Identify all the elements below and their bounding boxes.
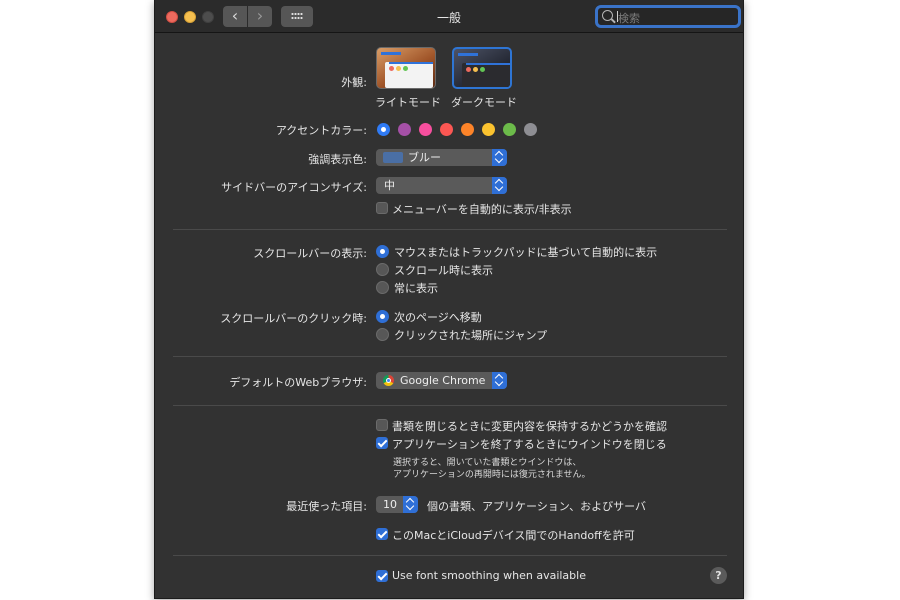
- search-placeholder: 検索: [618, 12, 640, 25]
- accent-blue-swatch[interactable]: [377, 123, 390, 136]
- popup-arrows-icon: [403, 496, 418, 513]
- accent-graphite-swatch[interactable]: [524, 123, 537, 136]
- radio-scroll-auto[interactable]: [376, 245, 389, 258]
- accent-red-swatch[interactable]: [440, 123, 453, 136]
- thumbnail-window: [385, 62, 433, 88]
- recent-items-popup[interactable]: 10: [376, 496, 418, 513]
- ask-keep-changes-checkbox[interactable]: [376, 419, 388, 431]
- default-browser-value: Google Chrome: [400, 374, 486, 387]
- thumbnail-menubar: [458, 53, 478, 56]
- thumbnail-menubar: [381, 52, 401, 55]
- thumbnail-window-accent: [466, 63, 510, 65]
- recent-items-suffix: 個の書類、アプリケーション、およびサーバ: [427, 500, 647, 513]
- accent-pink-swatch[interactable]: [419, 123, 432, 136]
- radio-scroll-when-scrolling[interactable]: [376, 263, 389, 276]
- scroll-auto-label: マウスまたはトラックパッドに基づいて自動的に表示: [394, 246, 658, 259]
- sidebar-icon-size-label: サイドバーのアイコンサイズ:: [221, 181, 367, 194]
- font-smoothing-label: Use font smoothing when available: [392, 569, 586, 582]
- divider: [173, 405, 727, 406]
- scroll-when-scrolling-label: スクロール時に表示: [394, 264, 493, 277]
- preferences-window: ‹ › 一般 検索 外観: ライトモード ダークモード アクセントカラー: 強調…: [154, 0, 744, 599]
- default-browser-popup[interactable]: Google Chrome: [376, 372, 507, 389]
- thumbnail-minimize-dot: [396, 66, 401, 71]
- scroll-always-label: 常に表示: [394, 282, 438, 295]
- accent-orange-swatch[interactable]: [461, 123, 474, 136]
- dark-mode-thumbnail[interactable]: [452, 47, 512, 89]
- thumbnail-zoom-dot: [480, 67, 485, 72]
- search-field[interactable]: 検索: [595, 5, 741, 28]
- close-windows-checkbox[interactable]: [376, 437, 388, 449]
- accent-purple-swatch[interactable]: [398, 123, 411, 136]
- click-jump-label: クリックされた場所にジャンプ: [394, 329, 548, 342]
- radio-click-jump[interactable]: [376, 328, 389, 341]
- thumbnail-close-dot: [466, 67, 471, 72]
- popup-arrows-icon: [492, 177, 507, 194]
- accent-green-swatch[interactable]: [503, 123, 516, 136]
- menubar-autohide-checkbox[interactable]: [376, 202, 388, 214]
- popup-arrows-icon: [492, 149, 507, 166]
- click-next-page-label: 次のページへ移動: [394, 311, 482, 324]
- thumbnail-close-dot: [389, 66, 394, 71]
- chrome-icon: [383, 375, 394, 386]
- default-browser-label: デフォルトのWebブラウザ:: [229, 376, 367, 389]
- close-windows-note-line1: 選択すると、開いていた書類とウインドウは、: [393, 458, 582, 468]
- highlight-color-popup[interactable]: ブルー: [376, 149, 507, 166]
- font-smoothing-checkbox[interactable]: [376, 570, 388, 582]
- radio-scroll-always[interactable]: [376, 281, 389, 294]
- scrollbar-show-label: スクロールバーの表示:: [253, 247, 367, 260]
- accent-yellow-swatch[interactable]: [482, 123, 495, 136]
- close-windows-note-line2: アプリケーションの再開時には復元されません。: [393, 470, 591, 480]
- accent-color-label: アクセントカラー:: [275, 124, 367, 137]
- search-icon: [602, 10, 613, 21]
- handoff-checkbox[interactable]: [376, 528, 388, 540]
- sidebar-icon-size-popup[interactable]: 中: [376, 177, 507, 194]
- recent-items-value: 10: [383, 498, 397, 511]
- popup-arrows-icon: [492, 372, 507, 389]
- thumbnail-window-accent: [389, 62, 433, 64]
- thumbnail-minimize-dot: [473, 67, 478, 72]
- highlight-value: ブルー: [408, 151, 441, 164]
- light-mode-thumbnail[interactable]: [376, 47, 436, 89]
- menubar-autohide-label: メニューバーを自動的に表示/非表示: [392, 203, 572, 216]
- divider: [173, 229, 727, 230]
- ask-keep-changes-label: 書類を閉じるときに変更内容を保持するかどうかを確認: [392, 420, 667, 433]
- highlight-color-label: 強調表示色:: [308, 153, 367, 166]
- light-mode-label[interactable]: ライトモード: [375, 94, 441, 110]
- close-windows-label: アプリケーションを終了するときにウインドウを閉じる: [392, 438, 667, 451]
- divider: [173, 555, 727, 556]
- divider: [173, 356, 727, 357]
- scrollbar-click-label: スクロールバーのクリック時:: [220, 312, 367, 325]
- title-bar: ‹ › 一般 検索: [155, 0, 743, 33]
- appearance-label: 外観:: [341, 76, 367, 89]
- radio-click-next-page[interactable]: [376, 310, 389, 323]
- handoff-label: このMacとiCloudデバイス間でのHandoffを許可: [392, 529, 635, 542]
- thumbnail-zoom-dot: [403, 66, 408, 71]
- highlight-swatch: [383, 152, 403, 163]
- sidebar-icon-size-value: 中: [384, 179, 395, 192]
- dark-mode-label[interactable]: ダークモード: [451, 94, 517, 110]
- recent-items-label: 最近使った項目:: [286, 500, 367, 513]
- thumbnail-window: [462, 63, 510, 87]
- help-button[interactable]: ?: [710, 567, 727, 584]
